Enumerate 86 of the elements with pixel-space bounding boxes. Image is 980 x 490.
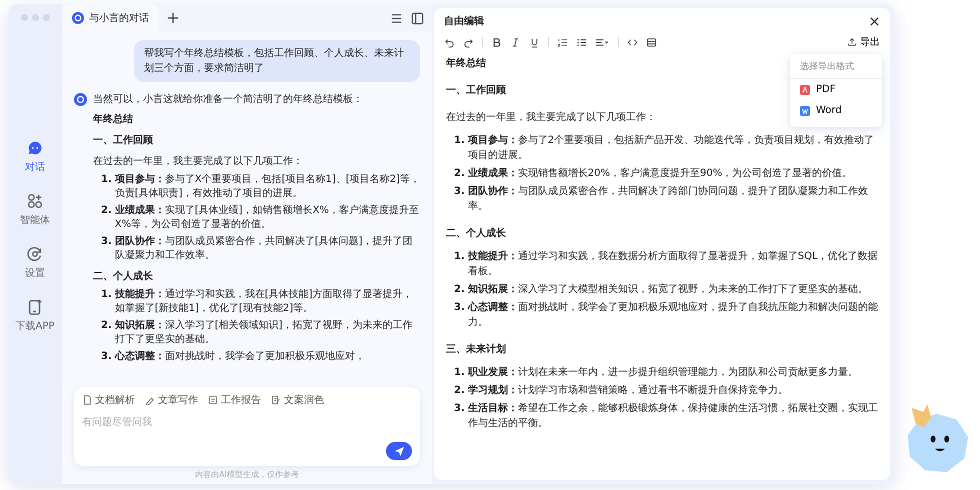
paragraph: 在过去的一年里，我主要完成了以下几项工作：	[93, 155, 303, 169]
message-input[interactable]: 有问题尽管问我	[82, 415, 412, 430]
list-number: 2.	[454, 384, 465, 398]
list-number: 2.	[101, 204, 112, 218]
prompt-chip[interactable]: 工作报告	[208, 393, 261, 407]
list-icon[interactable]	[390, 12, 403, 24]
menu-item[interactable]: Word	[790, 100, 882, 121]
list-number: 1.	[101, 173, 112, 187]
list-item-text: 项目参与：参与了2个重要项目，包括新产品开发、功能迭代等，负责项目规划，有效推动了项目的进展。	[468, 134, 876, 163]
numbered-list-icon[interactable]	[557, 36, 568, 48]
list-number: 2.	[454, 167, 465, 181]
section-heading: 三、未来计划	[446, 342, 506, 357]
list-item-text: 技能提升：通过学习和实践，我在数据分析方面取得了显著提升，如掌握了SQL，优化了数据看板。	[468, 250, 878, 279]
settings-icon	[26, 245, 44, 263]
phone-icon	[26, 298, 44, 316]
menu-item[interactable]: PDF	[790, 79, 882, 100]
sidebar-item[interactable]: 智能体	[16, 192, 54, 227]
table-icon[interactable]	[646, 36, 657, 48]
section-heading: 一、工作回顾	[93, 134, 153, 148]
list-number: 3.	[101, 350, 112, 364]
sidebar-item[interactable]: 下载APP	[16, 298, 54, 333]
pen-icon	[145, 395, 155, 405]
list-number: 3.	[454, 301, 465, 315]
user-message: 帮我写个年终总结模板，包括工作回顾、个人成长、未来计划三个方面，要求简洁明了	[134, 40, 420, 82]
document-title: 年终总结	[93, 113, 133, 127]
document-icon	[82, 395, 92, 405]
list-item-text: 心态调整：面对挑战时，我学会了更加积极乐观地应对，提升了自我抗压能力和解决问题的能力。	[468, 300, 878, 330]
redo-icon[interactable]	[463, 36, 474, 48]
assistant-logo-icon	[74, 92, 87, 106]
report-icon	[208, 395, 218, 405]
list-item-text: 技能提升：通过学习和实践，我在[具体技能]方面取得了显著提升，如掌握了[新技能1]，优化了[现有技能2]等。	[114, 288, 414, 316]
menu-title: 选择导出格式	[790, 60, 882, 79]
list-number: 3.	[101, 235, 112, 249]
agent-icon	[26, 192, 44, 210]
sidebar-item[interactable]: 对话	[16, 139, 54, 174]
chat-icon	[26, 139, 44, 157]
chat-tab[interactable]: 与小言的对话	[62, 4, 159, 32]
section-heading: 一、工作回顾	[446, 84, 506, 98]
word-file-icon	[800, 106, 810, 116]
list-number: 2.	[454, 283, 465, 297]
list-item-text: 知识拓展：深入学习了大模型相关知识，拓宽了视野，为未来的工作打下了更坚实的基础。	[468, 282, 868, 297]
list-number: 1.	[454, 366, 465, 380]
list-number: 3.	[454, 402, 465, 416]
sidebar-item[interactable]: 设置	[16, 245, 54, 280]
bullet-list-icon[interactable]	[576, 36, 587, 48]
list-number: 1.	[454, 250, 465, 264]
code-icon[interactable]	[627, 36, 638, 48]
italic-icon[interactable]	[510, 36, 521, 48]
export-button[interactable]: 导出	[847, 35, 880, 49]
send-button[interactable]	[386, 442, 412, 460]
panel-icon[interactable]	[411, 12, 424, 24]
paragraph: 在过去的一年里，我主要完成了以下几项工作：	[446, 110, 656, 125]
list-item-text: 学习规划：计划学习市场和营销策略，通过看书不断提升自保持竞争力。	[468, 384, 788, 398]
list-item-text: 知识拓展：深入学习了[相关领域知识]，拓宽了视野，为未来的工作打下了更坚实的基础。	[114, 319, 414, 347]
undo-icon[interactable]	[444, 36, 455, 48]
align-dropdown-icon[interactable]	[595, 36, 610, 48]
list-number: 2.	[101, 319, 112, 333]
list-item-text: 业绩成果：实现了[具体业绩]，如销售额增长X%，客户满意度提升至X%等，为公司创造了显著的价值。	[114, 204, 420, 232]
reply-intro: 当然可以，小言这就给你准备一个简洁明了的年终总结模板：	[93, 92, 363, 106]
send-icon	[394, 446, 404, 456]
assistant-logo-icon	[72, 12, 84, 24]
list-item-text: 生活目标：希望在工作之余，能够积极锻炼身体，保持健康的生活习惯，拓展社交圈，实现工作与生活的平衡。	[468, 402, 878, 431]
prompt-chip[interactable]: 文章写作	[145, 393, 198, 407]
list-number: 3.	[454, 185, 465, 199]
prompt-chip[interactable]: 文案润色	[271, 393, 324, 407]
list-item-text: 心态调整：面对挑战时，我学会了更加积极乐观地应对，	[114, 350, 365, 364]
prompt-chip[interactable]: 文档解析	[82, 393, 135, 407]
section-heading: 二、个人成长	[446, 226, 506, 241]
list-number: 1.	[101, 288, 112, 302]
upload-icon	[847, 37, 857, 47]
document-title: 年终总结	[446, 56, 486, 71]
pdf-file-icon	[800, 84, 810, 94]
edit-document-icon	[271, 395, 281, 405]
section-heading: 二、个人成长	[93, 270, 153, 284]
editor-title: 自由编辑	[444, 14, 485, 28]
add-icon[interactable]	[167, 12, 179, 24]
list-item-text: 职业发展：计划在未来一年内，进一步提升组织管理能力，为团队和公司贡献更多力量。	[468, 366, 858, 380]
list-item-text: 项目参与：参与了X个重要项目，包括[项目名称1]、[项目名称2]等，负责[具体职责]，有效推动了项目的进展。	[114, 173, 420, 201]
underline-icon[interactable]	[529, 36, 540, 48]
disclaimer: 内容由AI模型生成，仅作参考	[194, 469, 300, 480]
list-item-text: 团队协作：与团队成员紧密合作，共同解决了跨部门协同问题，提升了团队凝聚力和工作效率。	[468, 184, 869, 214]
list-item-text: 团队协作：与团队成员紧密合作，共同解决了[具体问题]，提升了团队凝聚力和工作效率。	[114, 235, 414, 263]
close-icon[interactable]	[869, 16, 880, 26]
list-number: 1.	[454, 134, 465, 148]
list-item-text: 业绩成果：实现销售额增长20%，客户满意度提升至90%，为公司创造了显著的价值。	[468, 166, 852, 181]
bold-icon[interactable]	[491, 36, 502, 48]
